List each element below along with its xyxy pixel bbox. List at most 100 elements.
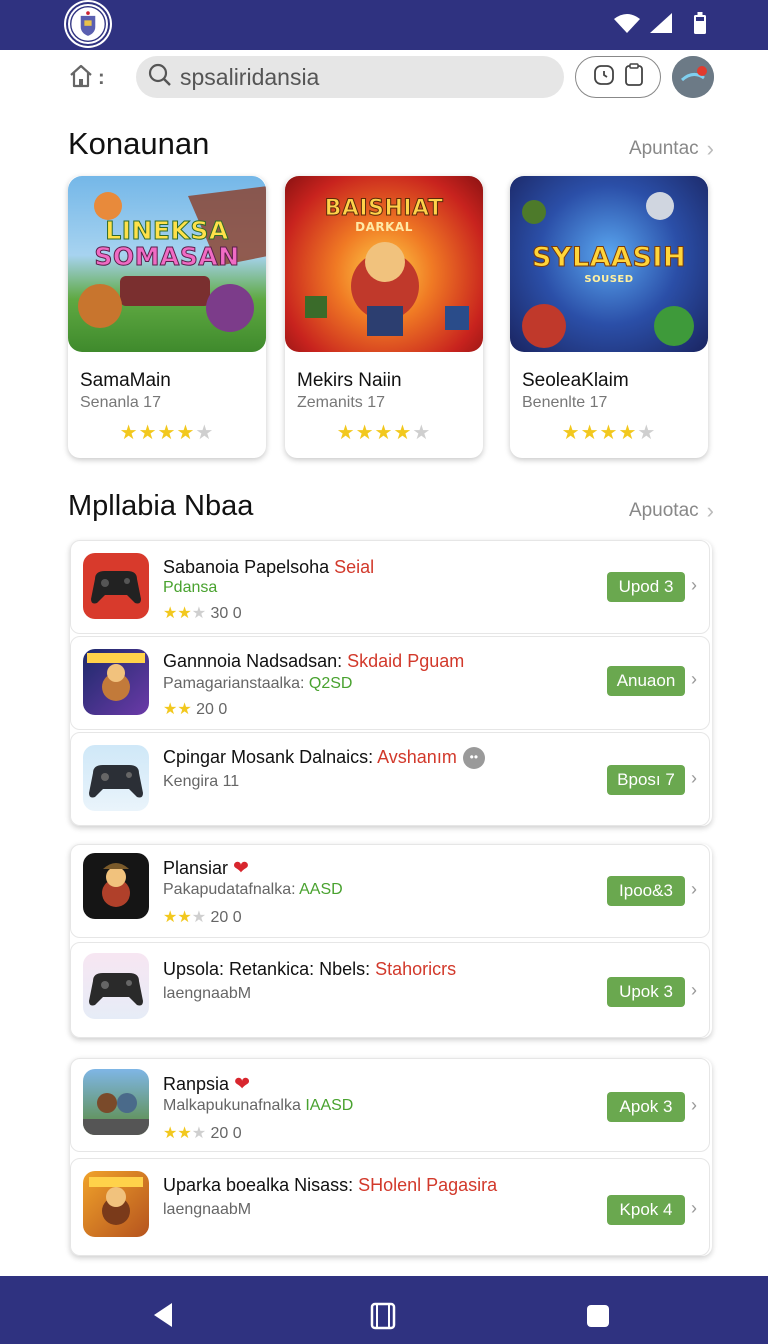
chevron-right-icon: › (691, 980, 697, 1000)
rating-stars: ★★★★★ (119, 422, 215, 444)
list-item-title: Uparka boealka Nisass: SHolenl Pagasira (163, 1175, 498, 1195)
list-item-rating: ★★ 20 0 (163, 701, 228, 718)
list-item-subtitle: Pakapudatafnalka: AASD (163, 881, 343, 898)
list-item-title: Upsola: Retankica: Nbels: Stahoricrs (163, 959, 457, 979)
list-item-title: Sabanoia Papelsoha Seial (163, 557, 375, 577)
card-name: Mekirs Naiin (297, 370, 402, 391)
gamepad-icon (83, 953, 149, 1019)
install-button[interactable]: Bposı 7 (607, 765, 685, 795)
game-art-image: SYLAASIH SOUSED (510, 176, 708, 352)
app-list-group: Plansiar ❤ Pakapudatafnalka: AASD ★★★ 20… (70, 844, 712, 1038)
search-input[interactable]: spsaliridansia (136, 56, 564, 98)
chevron-right-icon: › (691, 669, 697, 689)
card-sub: Benenlte 17 (522, 394, 608, 411)
avatar[interactable] (672, 56, 714, 98)
gamepad-icon (83, 745, 149, 811)
app-list-group: Ranpsia ❤ Malkapukunafnalka IAASD ★★★ 20… (70, 1058, 712, 1256)
list-item[interactable]: Ranpsia ❤ Malkapukunafnalka IAASD ★★★ 20… (70, 1058, 710, 1152)
card-art-title-2: SOUSED (584, 274, 634, 285)
featured-see-all-link[interactable]: Apuntac › (629, 136, 714, 162)
chevron-right-icon: › (706, 498, 714, 523)
featured-section-title: Konaunan (68, 126, 210, 161)
chevron-right-icon: › (691, 768, 697, 788)
featured-card[interactable]: BAISHIAT DARKAL Mekirs Naiin Zemanits 17… (285, 176, 483, 458)
game-art-image: LINEKSA SOMASAN (68, 176, 266, 352)
home-nav-icon[interactable] (370, 1302, 396, 1335)
wifi-icon (614, 13, 640, 38)
install-button[interactable]: Upok 3 (607, 977, 685, 1007)
home-icon (68, 64, 94, 93)
list-item-title: Gannnoia Nadsadsan: Skdaid Pguam (163, 651, 465, 671)
list-item-rating: ★★★ 20 0 (163, 909, 242, 926)
chevron-right-icon: › (706, 136, 714, 161)
more-options-icon[interactable]: •• (462, 747, 485, 770)
card-art-title-1: BAISHIAT (324, 196, 444, 222)
card-name: SeoleaKlaim (522, 370, 629, 391)
rating-stars: ★★★★★ (336, 422, 432, 444)
list-item-subtitle: Kengira 11 (163, 773, 240, 790)
list-item-title: Ranpsia ❤ (163, 1074, 250, 1095)
list-item-subtitle: laengnaabM (163, 985, 252, 1002)
game-thumbnail-icon (83, 853, 149, 919)
status-bar (0, 0, 768, 50)
list-item-rating: ★★★ 20 0 (163, 1125, 242, 1142)
install-button[interactable]: Apok 3 (607, 1092, 685, 1122)
chevron-right-icon: › (691, 879, 697, 899)
card-name: SamaMain (80, 370, 171, 391)
game-thumbnail-icon (83, 1069, 149, 1135)
list-section-title: Mpllabia Nbaa (68, 490, 254, 522)
crest-logo-icon (66, 2, 110, 46)
chevron-right-icon: › (691, 1198, 697, 1218)
card-art-title-1: SYLAASIH (531, 242, 687, 274)
list-item[interactable]: Uparka boealka Nisass: SHolenl Pagasira … (70, 1158, 710, 1256)
chevron-right-icon: › (691, 575, 697, 595)
see-all-label: Apuotac (628, 500, 699, 521)
list-item-title: Plansiar ❤ (163, 858, 249, 879)
list-item-subtitle: laengnaabM (163, 1201, 252, 1218)
list-item-subtitle: Pdansa (163, 579, 218, 596)
list-see-all-link[interactable]: Apuotac › (629, 498, 714, 524)
install-button[interactable]: Anuaon (607, 666, 685, 696)
list-item-title: Cpingar Mosank Dalnaics: Avshanım •• (163, 747, 485, 770)
rating-stars: ★★★★★ (561, 422, 657, 444)
list-item-subtitle: Malkapukunafnalka IAASD (163, 1097, 354, 1114)
home-button[interactable]: : (68, 64, 108, 92)
card-art-title-2: SOMASAN (94, 242, 240, 272)
list-item[interactable]: Plansiar ❤ Pakapudatafnalka: AASD ★★★ 20… (70, 844, 710, 938)
install-button[interactable]: Kpok 4 (607, 1195, 685, 1225)
search-row: : spsaliridansia (0, 50, 768, 106)
card-art-title-2: DARKAL (355, 220, 413, 234)
signal-icon (650, 13, 672, 38)
list-item-subtitle: Pamagarianstaalka: Q2SD (163, 675, 353, 692)
list-item[interactable]: Cpingar Mosank Dalnaics: Avshanım •• Keng… (70, 732, 710, 826)
list-item[interactable]: Sabanoia Papelsoha Seial Pdansa ★★★ 30 0… (70, 540, 710, 634)
list-item-rating: ★★★ 30 0 (163, 605, 242, 622)
heart-icon: ❤ (233, 858, 249, 879)
game-thumbnail-icon (83, 1171, 149, 1237)
game-art-image: BAISHIAT DARKAL (285, 176, 483, 352)
game-thumbnail-icon (83, 649, 149, 715)
list-item[interactable]: Upsola: Retankica: Nbels: Stahoricrs lae… (70, 942, 710, 1038)
timer-icon[interactable] (593, 64, 615, 91)
featured-card[interactable]: SYLAASIH SOUSED SeoleaKlaim Benenlte 17 … (510, 176, 708, 458)
search-query-text: spsaliridansia (180, 63, 320, 90)
install-button[interactable]: Ipoo&3 (607, 876, 685, 906)
battery-icon (694, 12, 706, 39)
recents-icon[interactable] (586, 1304, 610, 1333)
app-list-group: Sabanoia Papelsoha Seial Pdansa ★★★ 30 0… (70, 540, 712, 826)
back-icon[interactable] (152, 1302, 174, 1333)
search-icon (148, 63, 172, 92)
card-sub: Zemanits 17 (297, 394, 386, 411)
list-item[interactable]: Gannnoia Nadsadsan: Skdaid Pguam Pamagar… (70, 636, 710, 730)
action-pill (575, 56, 661, 98)
chevron-right-icon: › (691, 1095, 697, 1115)
clipboard-icon[interactable] (624, 62, 644, 92)
install-button[interactable]: Upod 3 (607, 572, 685, 602)
navigation-bar (0, 1276, 768, 1344)
see-all-label: Apuntac (628, 138, 699, 159)
featured-card[interactable]: LINEKSA SOMASAN SamaMain Senanla 17 ★★★★… (68, 176, 266, 458)
card-sub: Senanla 17 (80, 394, 161, 411)
menu-dots-icon: : (98, 66, 105, 89)
card-art-title-1: LINEKSA (105, 216, 229, 246)
gamepad-icon (83, 553, 149, 619)
